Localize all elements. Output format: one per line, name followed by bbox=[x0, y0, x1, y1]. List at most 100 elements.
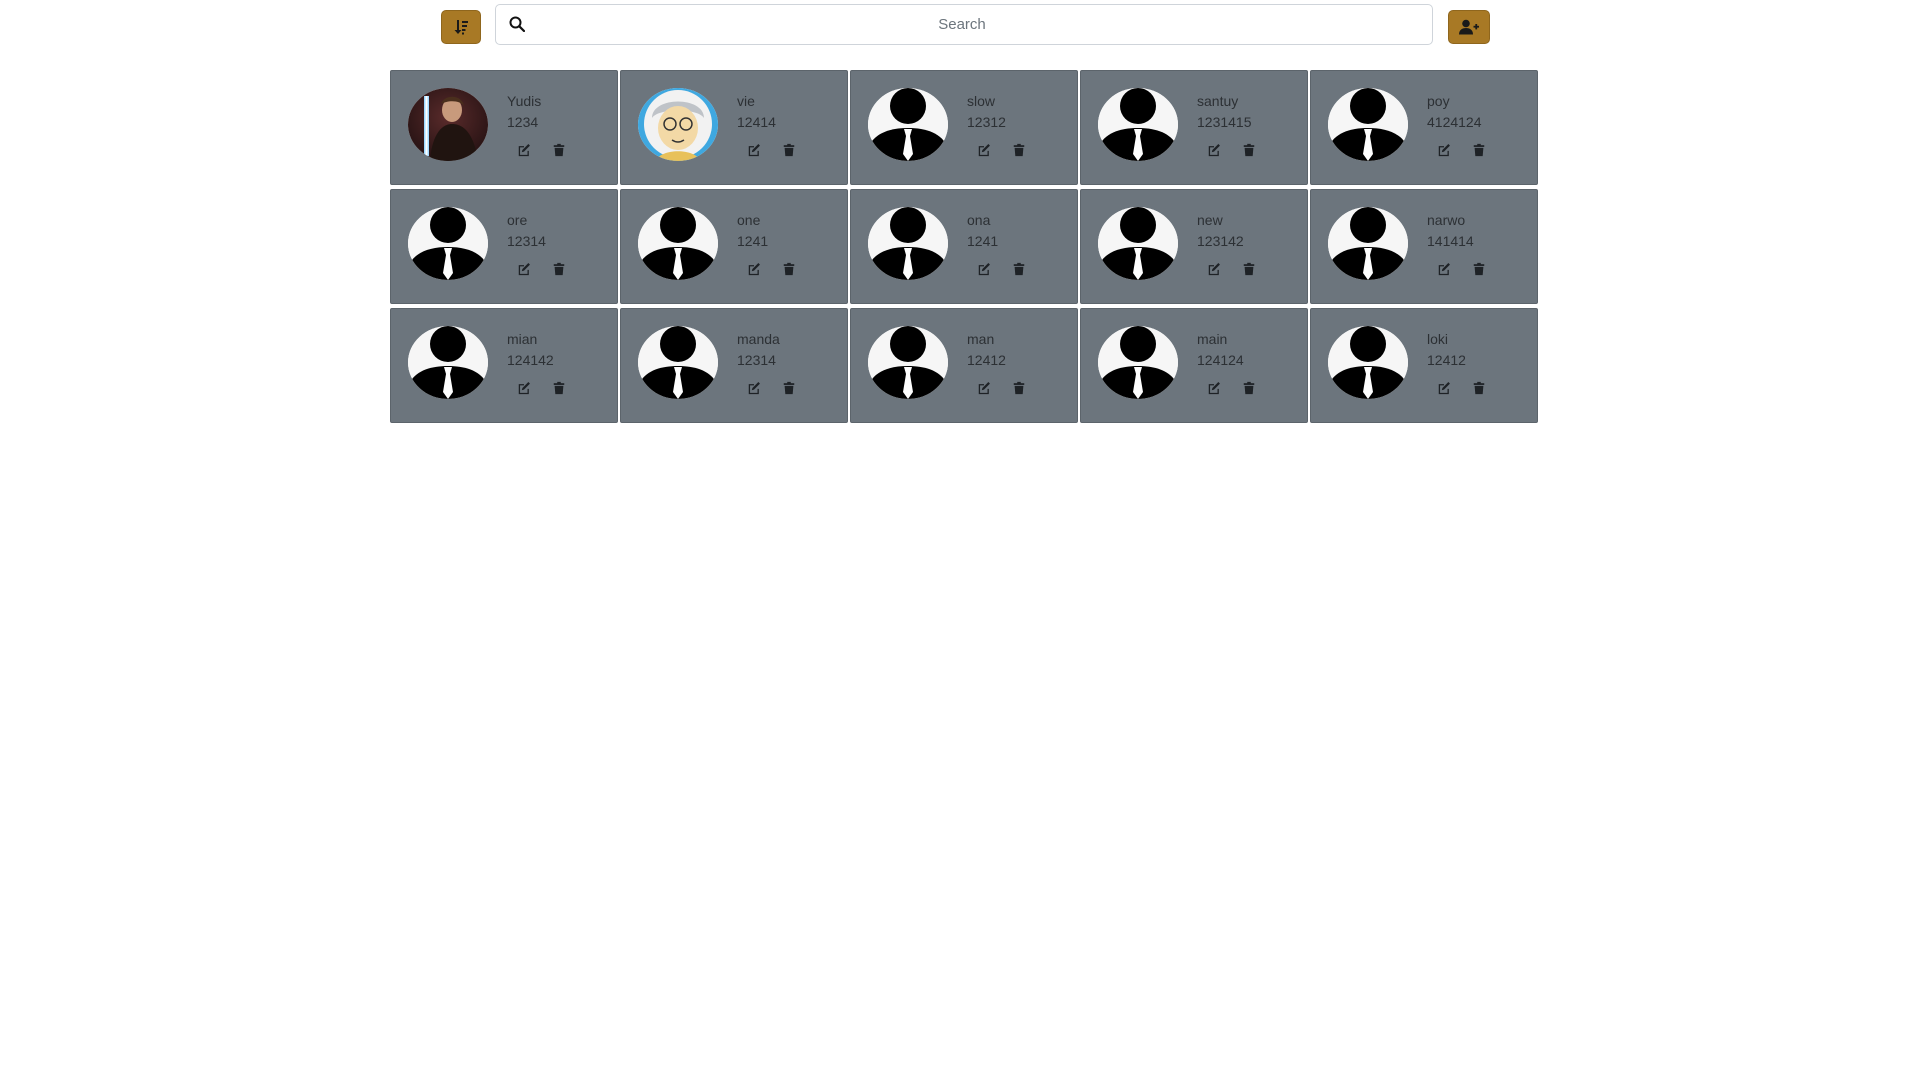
edit-button[interactable] bbox=[975, 141, 992, 158]
toolbar bbox=[0, 0, 1920, 60]
delete-button[interactable] bbox=[1470, 379, 1487, 396]
contact-card[interactable]: Yudis 1234 bbox=[390, 70, 618, 185]
delete-button[interactable] bbox=[1010, 141, 1027, 158]
contact-card[interactable]: ore 12314 bbox=[390, 189, 618, 304]
contact-name: slow bbox=[967, 93, 996, 109]
contact-card[interactable]: narwo 141414 bbox=[1310, 189, 1538, 304]
contact-card[interactable]: loki 12412 bbox=[1310, 308, 1538, 423]
delete-button[interactable] bbox=[550, 141, 567, 158]
edit-button[interactable] bbox=[515, 141, 532, 158]
edit-button[interactable] bbox=[975, 379, 992, 396]
avatar bbox=[868, 326, 948, 399]
contact-phone: 12312 bbox=[967, 114, 1006, 130]
contact-phone: 124142 bbox=[507, 352, 554, 368]
contact-card[interactable]: ona 1241 bbox=[850, 189, 1078, 304]
trash-icon bbox=[1473, 143, 1484, 156]
edit-icon bbox=[748, 381, 760, 394]
trash-icon bbox=[783, 143, 794, 156]
trash-icon bbox=[1243, 143, 1254, 156]
delete-button[interactable] bbox=[780, 260, 797, 277]
contact-card[interactable]: new 123142 bbox=[1080, 189, 1308, 304]
add-contact-button[interactable] bbox=[1448, 10, 1490, 44]
edit-button[interactable] bbox=[515, 260, 532, 277]
contact-card[interactable]: slow 12312 bbox=[850, 70, 1078, 185]
trash-icon bbox=[1013, 262, 1024, 275]
trash-icon bbox=[1243, 381, 1254, 394]
edit-button[interactable] bbox=[1205, 379, 1222, 396]
edit-button[interactable] bbox=[1435, 379, 1452, 396]
avatar bbox=[638, 326, 718, 399]
edit-button[interactable] bbox=[1205, 141, 1222, 158]
edit-button[interactable] bbox=[1205, 260, 1222, 277]
avatar bbox=[1328, 207, 1408, 280]
sort-amount-down-icon bbox=[454, 20, 468, 35]
avatar bbox=[1328, 326, 1408, 399]
edit-icon bbox=[748, 143, 760, 156]
contact-phone: 12314 bbox=[507, 233, 546, 249]
contact-name: poy bbox=[1427, 93, 1450, 109]
contact-name: main bbox=[1197, 331, 1228, 347]
delete-button[interactable] bbox=[1240, 260, 1257, 277]
avatar bbox=[408, 326, 488, 399]
edit-button[interactable] bbox=[745, 260, 762, 277]
delete-button[interactable] bbox=[1010, 260, 1027, 277]
contact-card[interactable]: mian 124142 bbox=[390, 308, 618, 423]
edit-button[interactable] bbox=[745, 141, 762, 158]
edit-button[interactable] bbox=[745, 379, 762, 396]
trash-icon bbox=[1013, 143, 1024, 156]
contact-card[interactable]: santuy 1231415 bbox=[1080, 70, 1308, 185]
avatar bbox=[408, 207, 488, 280]
contact-name: loki bbox=[1427, 331, 1449, 347]
contact-name: manda bbox=[737, 331, 780, 347]
avatar bbox=[1328, 88, 1408, 161]
sort-button[interactable] bbox=[441, 10, 481, 44]
delete-button[interactable] bbox=[1240, 141, 1257, 158]
contact-card[interactable]: poy 4124124 bbox=[1310, 70, 1538, 185]
card-actions bbox=[1435, 260, 1487, 278]
contact-phone: 12412 bbox=[967, 352, 1006, 368]
contact-card[interactable]: man 12412 bbox=[850, 308, 1078, 423]
delete-button[interactable] bbox=[780, 379, 797, 396]
contact-card[interactable]: main 124124 bbox=[1080, 308, 1308, 423]
trash-icon bbox=[1013, 381, 1024, 394]
search-input[interactable] bbox=[532, 5, 1392, 44]
card-actions bbox=[975, 260, 1027, 278]
contact-card[interactable]: vie 12414 bbox=[620, 70, 848, 185]
delete-button[interactable] bbox=[550, 260, 567, 277]
contact-name: vie bbox=[737, 93, 755, 109]
edit-button[interactable] bbox=[1435, 260, 1452, 277]
delete-button[interactable] bbox=[1470, 141, 1487, 158]
contact-phone: 123142 bbox=[1197, 233, 1244, 249]
edit-icon bbox=[1438, 262, 1450, 275]
contact-card[interactable]: manda 12314 bbox=[620, 308, 848, 423]
edit-button[interactable] bbox=[1435, 141, 1452, 158]
contact-phone: 12314 bbox=[737, 352, 776, 368]
contact-phone: 12412 bbox=[1427, 352, 1466, 368]
contact-grid: Yudis 1234 vie 12414 slow 12312 santuy 1… bbox=[390, 70, 1540, 423]
edit-icon bbox=[518, 381, 530, 394]
edit-button[interactable] bbox=[515, 379, 532, 396]
avatar bbox=[1098, 88, 1178, 161]
edit-icon bbox=[978, 143, 990, 156]
trash-icon bbox=[1473, 262, 1484, 275]
avatar bbox=[1098, 326, 1178, 399]
search-icon bbox=[509, 16, 525, 32]
contact-phone: 4124124 bbox=[1427, 114, 1482, 130]
delete-button[interactable] bbox=[780, 141, 797, 158]
card-actions bbox=[515, 141, 567, 159]
edit-button[interactable] bbox=[975, 260, 992, 277]
trash-icon bbox=[783, 381, 794, 394]
trash-icon bbox=[1243, 262, 1254, 275]
delete-button[interactable] bbox=[1470, 260, 1487, 277]
delete-button[interactable] bbox=[550, 379, 567, 396]
delete-button[interactable] bbox=[1240, 379, 1257, 396]
contact-name: ona bbox=[967, 212, 991, 228]
contact-card[interactable]: one 1241 bbox=[620, 189, 848, 304]
contact-name: ore bbox=[507, 212, 528, 228]
trash-icon bbox=[553, 262, 564, 275]
contact-phone: 141414 bbox=[1427, 233, 1474, 249]
card-actions bbox=[515, 379, 567, 397]
contact-name: new bbox=[1197, 212, 1223, 228]
delete-button[interactable] bbox=[1010, 379, 1027, 396]
edit-icon bbox=[518, 143, 530, 156]
